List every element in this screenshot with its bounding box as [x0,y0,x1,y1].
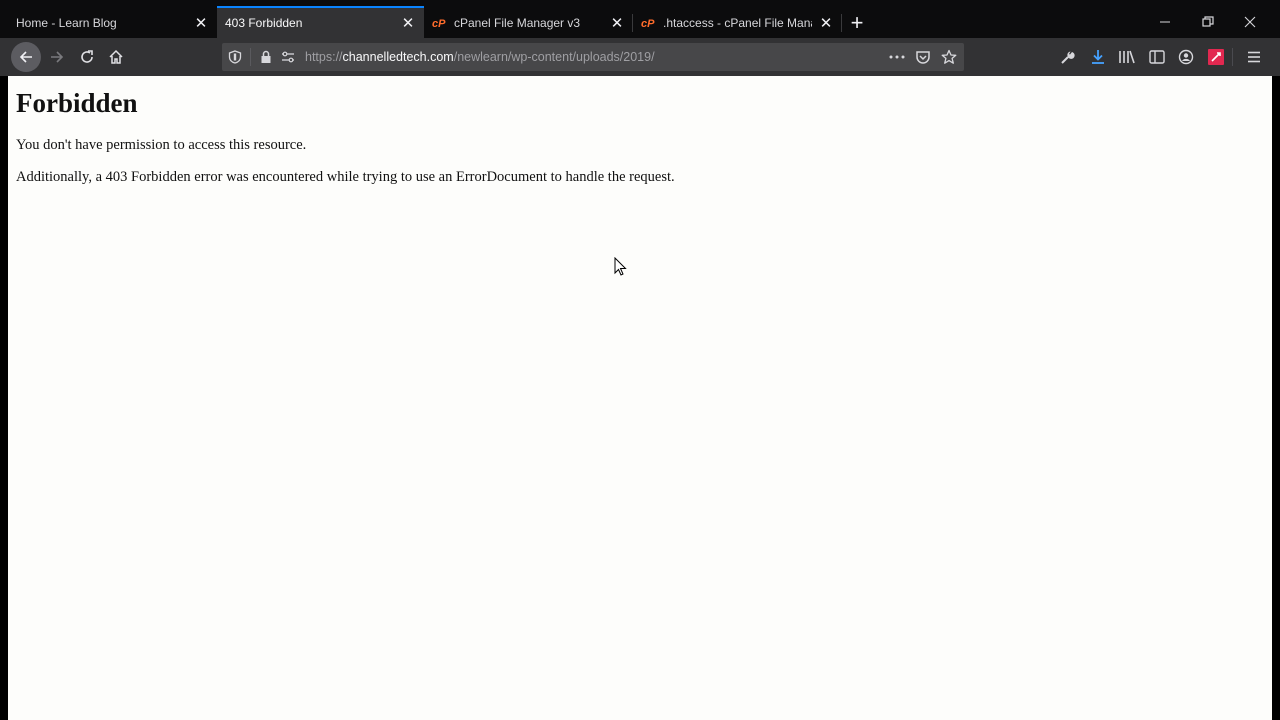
svg-text:cP: cP [641,18,655,29]
more-horizontal-icon [889,55,905,59]
permissions-icon[interactable] [277,46,299,68]
close-tab-icon[interactable]: ✕ [400,15,416,32]
close-tab-icon[interactable]: ✕ [818,15,834,32]
close-tab-icon[interactable]: ✕ [193,15,209,32]
error-page: Forbidden You don't have permission to a… [8,76,1272,209]
restore-button[interactable] [1188,8,1228,36]
extension-button[interactable] [1202,43,1230,71]
arrow-left-icon [19,51,32,63]
minimize-button[interactable] [1145,8,1185,36]
tab-cpanel-file-manager[interactable]: cP cPanel File Manager v3 ✕ [424,8,633,38]
mouse-cursor-icon [614,256,628,282]
close-window-button[interactable] [1230,8,1270,36]
tab-403-forbidden[interactable]: 403 Forbidden ✕ [217,6,424,38]
sidebar-icon [1149,50,1165,64]
forward-button[interactable] [43,43,71,71]
hamburger-menu-icon [1248,51,1260,63]
home-icon [109,49,123,64]
wrench-icon [1061,51,1075,64]
tab-title: 403 Forbidden [225,16,303,30]
url-host: channelledtech.com [342,50,454,64]
url-text[interactable]: https://channelledtech.com/newlearn/wp-c… [305,50,655,64]
tab-title: Home - Learn Blog [16,16,117,30]
tab-title: .htaccess - cPanel File Manager v3 [663,16,812,30]
developer-tools-button[interactable] [1054,43,1082,71]
url-scheme: https:// [305,50,343,64]
star-icon [941,49,957,64]
navigation-toolbar: https://channelledtech.com/newlearn/wp-c… [0,38,1280,76]
url-path: /newlearn/wp-content/uploads/2019/ [453,50,655,64]
url-bar[interactable]: https://channelledtech.com/newlearn/wp-c… [222,43,964,71]
tracking-shield-icon[interactable] [224,46,246,68]
close-tab-icon[interactable]: ✕ [609,15,625,32]
url-divider [250,48,251,66]
error-detail: Additionally, a 403 Forbidden error was … [16,169,675,185]
tab-separator [841,14,842,32]
reload-icon [81,50,93,63]
arrow-right-icon [51,51,64,63]
home-button[interactable] [102,43,130,71]
back-button[interactable] [11,42,41,72]
downloads-button[interactable] [1084,43,1112,71]
sidebar-button[interactable] [1143,43,1171,71]
extension-icon [1208,49,1224,65]
account-button[interactable] [1172,43,1200,71]
tab-title: cPanel File Manager v3 [454,16,581,30]
new-tab-button[interactable]: + [844,8,870,38]
library-button[interactable] [1113,43,1141,71]
page-viewport: Forbidden You don't have permission to a… [8,76,1272,720]
svg-text:cP: cP [432,18,446,29]
account-icon [1178,49,1194,65]
tab-home-learn-blog[interactable]: Home - Learn Blog ✕ [8,8,217,38]
toolbar-separator [1232,48,1233,66]
page-heading: Forbidden [16,88,138,118]
pocket-icon [916,50,930,64]
bookmark-star-button[interactable] [938,46,960,68]
page-actions-button[interactable] [886,46,908,68]
cpanel-icon: cP [432,15,448,31]
minimize-icon [1160,21,1170,23]
pocket-button[interactable] [912,46,934,68]
lock-icon[interactable] [255,46,277,68]
tab-strip: Home - Learn Blog ✕ 403 Forbidden ✕ cP c… [0,0,1280,38]
restore-icon [1202,16,1214,27]
reload-button[interactable] [73,43,101,71]
menu-button[interactable] [1240,43,1268,71]
download-icon [1092,50,1104,64]
close-icon [1244,16,1256,28]
cpanel-icon: cP [641,15,657,31]
tab-htaccess-cpanel[interactable]: cP .htaccess - cPanel File Manager v3 ✕ [633,8,842,38]
library-icon [1119,50,1135,64]
error-message: You don't have permission to access this… [16,137,307,153]
